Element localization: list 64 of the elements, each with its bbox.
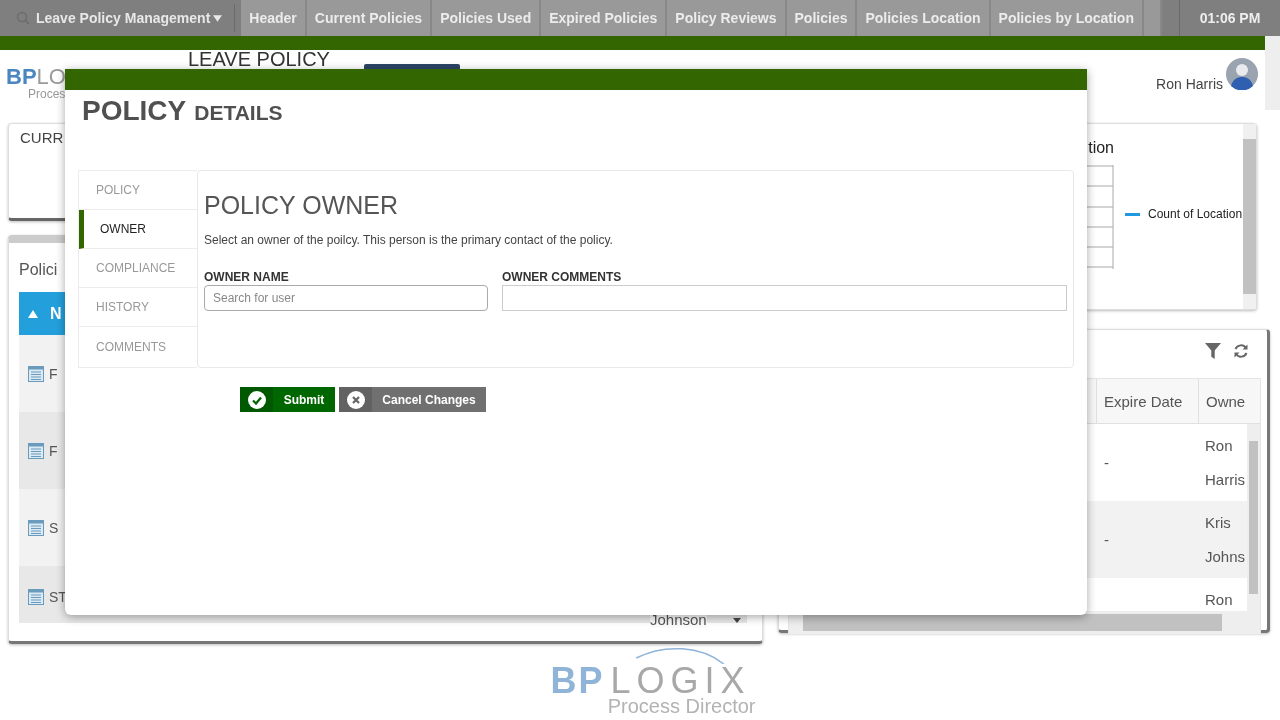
logo-tagline: Process Director [607,696,756,716]
scroll-down-icon[interactable] [733,618,741,623]
logo-mark: BP [6,64,37,89]
nav-tab[interactable]: Policies Location [857,0,991,36]
document-icon[interactable] [28,442,44,459]
filter-icon[interactable] [1205,343,1221,359]
nav-tab[interactable]: Current Policies [306,0,433,36]
input-field[interactable]: Search for user [204,285,488,311]
table-cell-text: Ron Harris [1204,436,1246,490]
column-header[interactable]: Expire Date [1096,379,1198,423]
table-cell: ST [49,589,67,605]
document-icon[interactable] [28,589,44,605]
scrollbar[interactable] [1247,424,1260,611]
scrollbar[interactable] [1265,36,1280,110]
nav-tab[interactable]: Policies [786,0,858,36]
table-cell: S [49,519,59,536]
table-cell: - [1104,531,1109,548]
avatar-icon[interactable] [1226,58,1258,90]
table-cell: F [49,365,58,382]
side-tab[interactable]: OWNER [79,210,197,249]
card-title: CURR [20,129,64,146]
column-label: N [50,304,62,323]
side-tab[interactable]: POLICY [79,171,197,210]
refresh-icon[interactable] [1233,343,1249,359]
table-cell: F [49,442,58,459]
side-tab[interactable]: COMPLIANCE [79,249,197,288]
side-tab[interactable]: COMMENTS [79,327,197,366]
submit-button[interactable]: Submit [240,387,335,412]
checkmark-icon [247,390,266,409]
scrollbar[interactable] [1243,124,1256,309]
page-title: LEAVE POLICY [188,51,330,68]
chart-title: tion [1088,139,1114,157]
legend-swatch [1125,212,1140,216]
legend-label: Count of Location [1148,207,1243,221]
dialog-subtitle: DETAILS [194,101,283,125]
nav-tab[interactable]: Header [241,0,307,36]
field-label: OWNER NAME [204,270,290,284]
section-description: Select an owner of the poilcy. This person is the primary contact of the policy. [204,233,614,247]
table-cell: - [1104,454,1109,471]
side-tab[interactable]: HISTORY [79,288,197,327]
logo-tagline: Proces [28,88,66,100]
user-name: Ron Harris [1156,76,1223,92]
nav-tab[interactable]: Expired Policies [541,0,668,36]
dialog-title: POLICY [82,95,187,127]
field-label: OWNER COMMENTS [502,270,623,284]
close-icon [346,390,365,409]
section-heading: POLICY OWNER [204,191,400,220]
caret-icon [213,14,223,22]
nav-tab[interactable]: Policies Used [432,0,542,36]
logo-mark: BP [550,660,605,701]
nav-tab[interactable]: Policy Reviews [667,0,787,36]
column-header[interactable]: Owne [1198,379,1248,423]
document-icon[interactable] [28,519,44,536]
table-cell-text: Ron [1204,590,1234,610]
app-menu[interactable]: Leave Policy Management [0,4,236,32]
panel-title: Polici [19,261,58,279]
sort-ascending-icon [28,309,38,318]
nav-tab[interactable]: Policies by Location [990,0,1144,36]
input-field[interactable] [502,285,1067,311]
app-menu-label: Leave Policy Management [36,10,211,26]
cancel-button[interactable]: Cancel Changes [339,387,486,412]
logo-word: LO [36,64,66,89]
table-cell-text: Kris Johns [1204,513,1247,567]
document-icon[interactable] [28,365,44,382]
